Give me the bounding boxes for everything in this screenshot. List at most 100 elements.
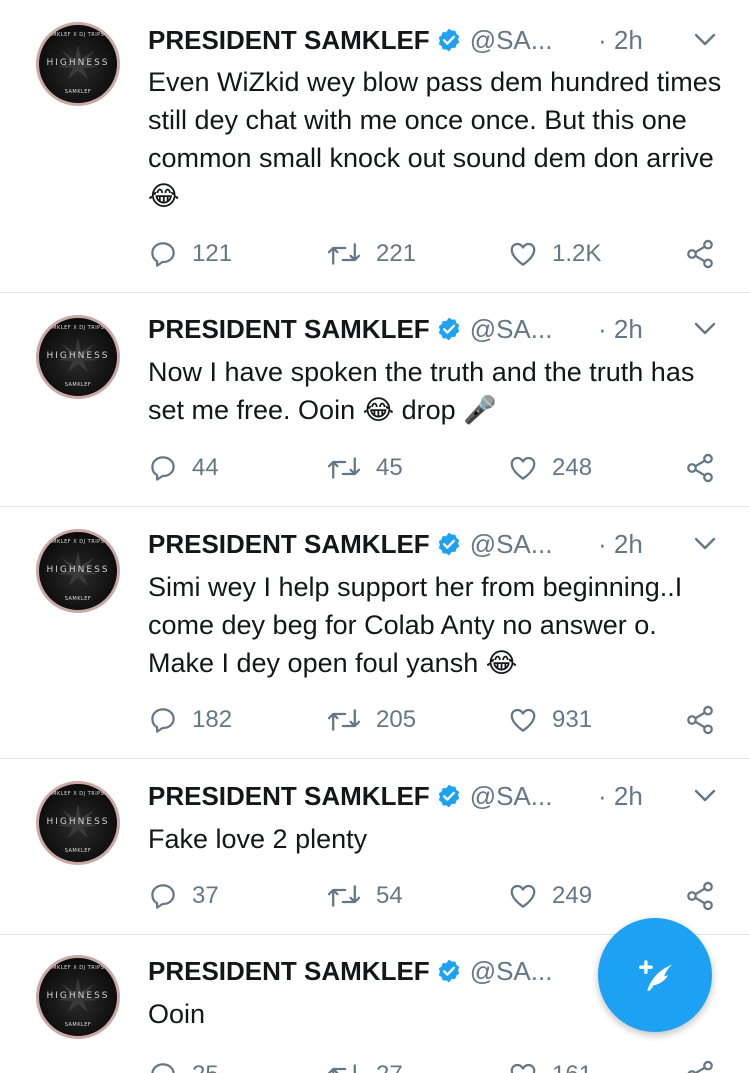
- reply-icon: [151, 456, 175, 481]
- avatar-ring-text: SAMKLEF: [64, 596, 92, 602]
- tweet[interactable]: SAMKLEF X DJ TRIPSTA HIGHNESS SAMKLEF PR…: [0, 0, 750, 293]
- reply-button[interactable]: 121: [148, 236, 232, 272]
- avatar-ring-text: SAMKLEF X DJ TRIPSTA: [44, 32, 112, 38]
- reply-count: 37: [192, 882, 219, 909]
- like-count: 249: [552, 882, 593, 909]
- avatar-ring-text: SAMKLEF X DJ TRIPSTA: [44, 325, 112, 331]
- display-name[interactable]: PRESIDENT SAMKLEF: [148, 25, 430, 56]
- tweet-actions: 121 221 1.2K: [148, 236, 728, 272]
- verified-badge-icon: [436, 316, 462, 342]
- heart-icon: [510, 1063, 536, 1073]
- avatar-brand: HIGHNESS: [46, 817, 110, 827]
- tweet-timestamp[interactable]: · 2h: [598, 526, 643, 562]
- retweet-button[interactable]: 27: [326, 1057, 403, 1073]
- display-name[interactable]: PRESIDENT SAMKLEF: [148, 529, 430, 560]
- reply-button[interactable]: 25: [148, 1057, 219, 1073]
- share-button[interactable]: [684, 1057, 716, 1073]
- compose-tweet-button[interactable]: [598, 918, 712, 1032]
- avatar[interactable]: SAMKLEF X DJ TRIPSTA HIGHNESS SAMKLEF: [36, 955, 120, 1039]
- reply-icon: [151, 708, 175, 733]
- reply-count: 44: [192, 454, 219, 481]
- user-handle[interactable]: @SA...: [470, 956, 553, 987]
- tweet-text: Even WiZkid wey blow pass dem hundred ti…: [148, 67, 722, 211]
- like-count: 931: [552, 706, 593, 733]
- reply-icon: [151, 1063, 175, 1073]
- avatar[interactable]: SAMKLEF X DJ TRIPSTA HIGHNESS SAMKLEF: [36, 781, 120, 865]
- tweet-header: PRESIDENT SAMKLEF @SA...: [148, 311, 552, 347]
- chevron-down-icon[interactable]: [694, 22, 716, 58]
- retweet-button[interactable]: 205: [326, 702, 416, 738]
- like-button[interactable]: 249: [508, 878, 592, 914]
- avatar-ring-text: SAMKLEF X DJ TRIPSTA: [44, 791, 112, 797]
- share-button[interactable]: [684, 878, 716, 914]
- share-button[interactable]: [684, 450, 716, 486]
- heart-icon: [510, 242, 536, 266]
- tweet-timestamp[interactable]: · 2h: [598, 311, 643, 347]
- avatar-ring-text: SAMKLEF: [64, 382, 92, 388]
- tweet[interactable]: SAMKLEF X DJ TRIPSTA HIGHNESS SAMKLEF PR…: [0, 507, 750, 759]
- like-button[interactable]: 248: [508, 450, 592, 486]
- tweet-actions: 37 54 249: [148, 878, 728, 914]
- user-handle[interactable]: @SA...: [470, 781, 553, 812]
- avatar-brand: HIGHNESS: [46, 565, 110, 575]
- timeline: SAMKLEF X DJ TRIPSTA HIGHNESS SAMKLEF PR…: [0, 0, 750, 1073]
- retweet-icon: [327, 709, 361, 731]
- like-button[interactable]: 1.2K: [508, 236, 601, 272]
- like-button[interactable]: 161: [508, 1057, 592, 1073]
- reply-icon: [151, 242, 175, 267]
- tweet-text: Fake love 2 plenty: [148, 824, 368, 854]
- display-name[interactable]: PRESIDENT SAMKLEF: [148, 314, 430, 345]
- retweet-icon: [327, 457, 361, 479]
- heart-icon: [510, 456, 536, 480]
- avatar-ring-text: SAMKLEF X DJ TRIPSTA: [44, 965, 112, 971]
- tweet-timestamp[interactable]: · 2h: [598, 778, 643, 814]
- tweet-header: PRESIDENT SAMKLEF @SA...: [148, 953, 552, 989]
- tweet-header: PRESIDENT SAMKLEF @SA...: [148, 22, 552, 58]
- retweet-icon: [327, 885, 361, 907]
- like-button[interactable]: 931: [508, 702, 592, 738]
- share-icon: [687, 239, 713, 269]
- verified-badge-icon: [436, 531, 462, 557]
- retweet-count: 45: [376, 454, 403, 481]
- tweet-header: PRESIDENT SAMKLEF @SA...: [148, 526, 552, 562]
- share-button[interactable]: [684, 702, 716, 738]
- retweet-button[interactable]: 45: [326, 450, 403, 486]
- avatar[interactable]: SAMKLEF X DJ TRIPSTA HIGHNESS SAMKLEF: [36, 22, 120, 106]
- reply-count: 182: [192, 706, 233, 733]
- avatar-brand: HIGHNESS: [46, 991, 110, 1001]
- avatar-ring-text: SAMKLEF X DJ TRIPSTA: [44, 539, 112, 545]
- user-handle[interactable]: @SA...: [470, 314, 553, 345]
- user-handle[interactable]: @SA...: [470, 529, 553, 560]
- tweet-header: PRESIDENT SAMKLEF @SA...: [148, 778, 552, 814]
- chevron-down-icon[interactable]: [694, 526, 716, 562]
- share-button[interactable]: [684, 236, 716, 272]
- verified-badge-icon: [436, 27, 462, 53]
- tweet[interactable]: SAMKLEF X DJ TRIPSTA HIGHNESS SAMKLEF PR…: [0, 759, 750, 935]
- share-icon: [687, 705, 713, 735]
- display-name[interactable]: PRESIDENT SAMKLEF: [148, 956, 430, 987]
- tweet-timestamp[interactable]: · 2h: [598, 22, 643, 58]
- avatar-ring-text: SAMKLEF: [64, 848, 92, 854]
- retweet-button[interactable]: 54: [326, 878, 403, 914]
- reply-button[interactable]: 182: [148, 702, 232, 738]
- share-icon: [687, 453, 713, 483]
- retweet-button[interactable]: 221: [326, 236, 416, 272]
- avatar[interactable]: SAMKLEF X DJ TRIPSTA HIGHNESS SAMKLEF: [36, 315, 120, 399]
- retweet-count: 27: [376, 1061, 403, 1073]
- heart-icon: [510, 708, 536, 732]
- display-name[interactable]: PRESIDENT SAMKLEF: [148, 781, 430, 812]
- avatar-brand: HIGHNESS: [46, 58, 110, 68]
- retweet-count: 54: [376, 882, 403, 909]
- avatar[interactable]: SAMKLEF X DJ TRIPSTA HIGHNESS SAMKLEF: [36, 529, 120, 613]
- tweet[interactable]: SAMKLEF X DJ TRIPSTA HIGHNESS SAMKLEF PR…: [0, 293, 750, 507]
- user-handle[interactable]: @SA...: [470, 25, 553, 56]
- reply-icon: [151, 884, 175, 909]
- reply-count: 25: [192, 1061, 219, 1073]
- compose-tweet-icon: [639, 960, 672, 991]
- reply-button[interactable]: 37: [148, 878, 219, 914]
- reply-button[interactable]: 44: [148, 450, 219, 486]
- chevron-down-icon[interactable]: [694, 311, 716, 347]
- reply-count: 121: [192, 240, 233, 267]
- avatar-ring-text: SAMKLEF: [64, 89, 92, 95]
- chevron-down-icon[interactable]: [694, 778, 716, 814]
